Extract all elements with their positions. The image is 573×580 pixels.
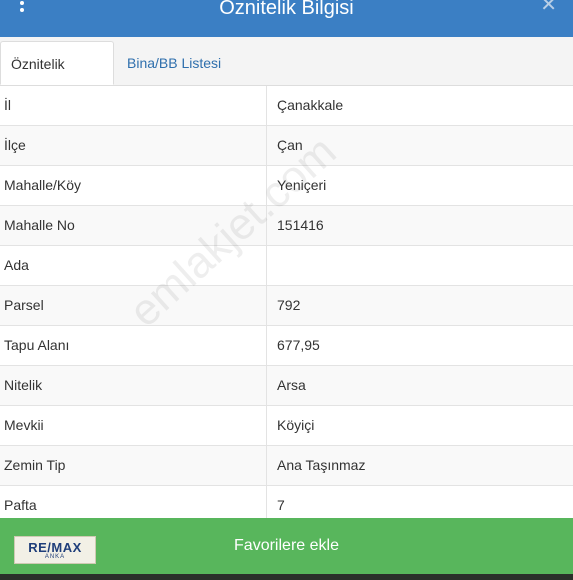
column-divider bbox=[266, 86, 267, 125]
dialog-header: Öznitelik Bilgisi ✕ bbox=[0, 0, 573, 37]
tab-bina-bb-listesi[interactable]: Bina/BB Listesi bbox=[117, 41, 231, 85]
remax-logo: RE/MAX ANKA bbox=[14, 536, 96, 564]
table-row: Mahalle/Köy Yeniçeri bbox=[0, 166, 573, 206]
table-row: Parsel 792 bbox=[0, 286, 573, 326]
table-row: Mahalle No 151416 bbox=[0, 206, 573, 246]
table-row: Nitelik Arsa bbox=[0, 366, 573, 406]
table-row: Ada bbox=[0, 246, 573, 286]
table-row: İlçe Çan bbox=[0, 126, 573, 166]
column-divider bbox=[266, 406, 267, 445]
attribute-key: Parsel bbox=[4, 297, 44, 313]
column-divider bbox=[266, 126, 267, 165]
table-row: Zemin Tip Ana Taşınmaz bbox=[0, 446, 573, 486]
attribute-value: Köyiçi bbox=[277, 417, 315, 433]
attribute-key: İlçe bbox=[4, 137, 26, 153]
attribute-key: Mahalle/Köy bbox=[4, 177, 82, 193]
attribute-value: 151416 bbox=[277, 217, 324, 233]
tab-oznitelik-bilgisi[interactable]: Öznitelik Bilgisi bbox=[0, 41, 114, 116]
attribute-key: Mahalle No bbox=[4, 217, 75, 233]
attribute-table: İl Çanakkale İlçe Çan Mahalle/Köy Yeniçe… bbox=[0, 86, 573, 526]
attribute-value: 792 bbox=[277, 297, 301, 313]
attribute-key: Zemin Tip bbox=[4, 457, 66, 473]
table-row: Tapu Alanı 677,95 bbox=[0, 326, 573, 366]
attribute-key: Tapu Alanı bbox=[4, 337, 70, 353]
attribute-value: 677,95 bbox=[277, 337, 320, 353]
column-divider bbox=[266, 446, 267, 485]
attribute-value: Arsa bbox=[277, 377, 306, 393]
attribute-value: Ana Taşınmaz bbox=[277, 457, 366, 473]
attribute-key: Mevkii bbox=[4, 417, 44, 433]
logo-sub-text: ANKA bbox=[44, 554, 66, 560]
attribute-key: İl bbox=[4, 97, 11, 113]
attribute-key: Nitelik bbox=[4, 377, 43, 393]
table-row: Mevkii Köyiçi bbox=[0, 406, 573, 446]
attribute-value: Çan bbox=[277, 137, 303, 153]
logo-main-text: RE/MAX bbox=[28, 540, 82, 555]
column-divider bbox=[266, 326, 267, 365]
dialog-title: Öznitelik Bilgisi bbox=[219, 0, 354, 19]
column-divider bbox=[266, 166, 267, 205]
column-divider bbox=[266, 286, 267, 325]
tab-bar: Öznitelik Bilgisi Bina/BB Listesi bbox=[0, 37, 573, 116]
footer-bar: Favorilere ekle RE/MAX ANKA bbox=[0, 518, 573, 574]
attribute-key: Ada bbox=[4, 257, 29, 273]
table-row: İl Çanakkale bbox=[0, 86, 573, 126]
attribute-value: Yeniçeri bbox=[277, 177, 327, 193]
attribute-value: Çanakkale bbox=[277, 97, 344, 113]
column-divider bbox=[266, 246, 267, 285]
column-divider bbox=[266, 366, 267, 405]
bottom-strip bbox=[0, 574, 573, 580]
close-icon[interactable]: ✕ bbox=[540, 0, 557, 18]
column-divider bbox=[266, 206, 267, 245]
